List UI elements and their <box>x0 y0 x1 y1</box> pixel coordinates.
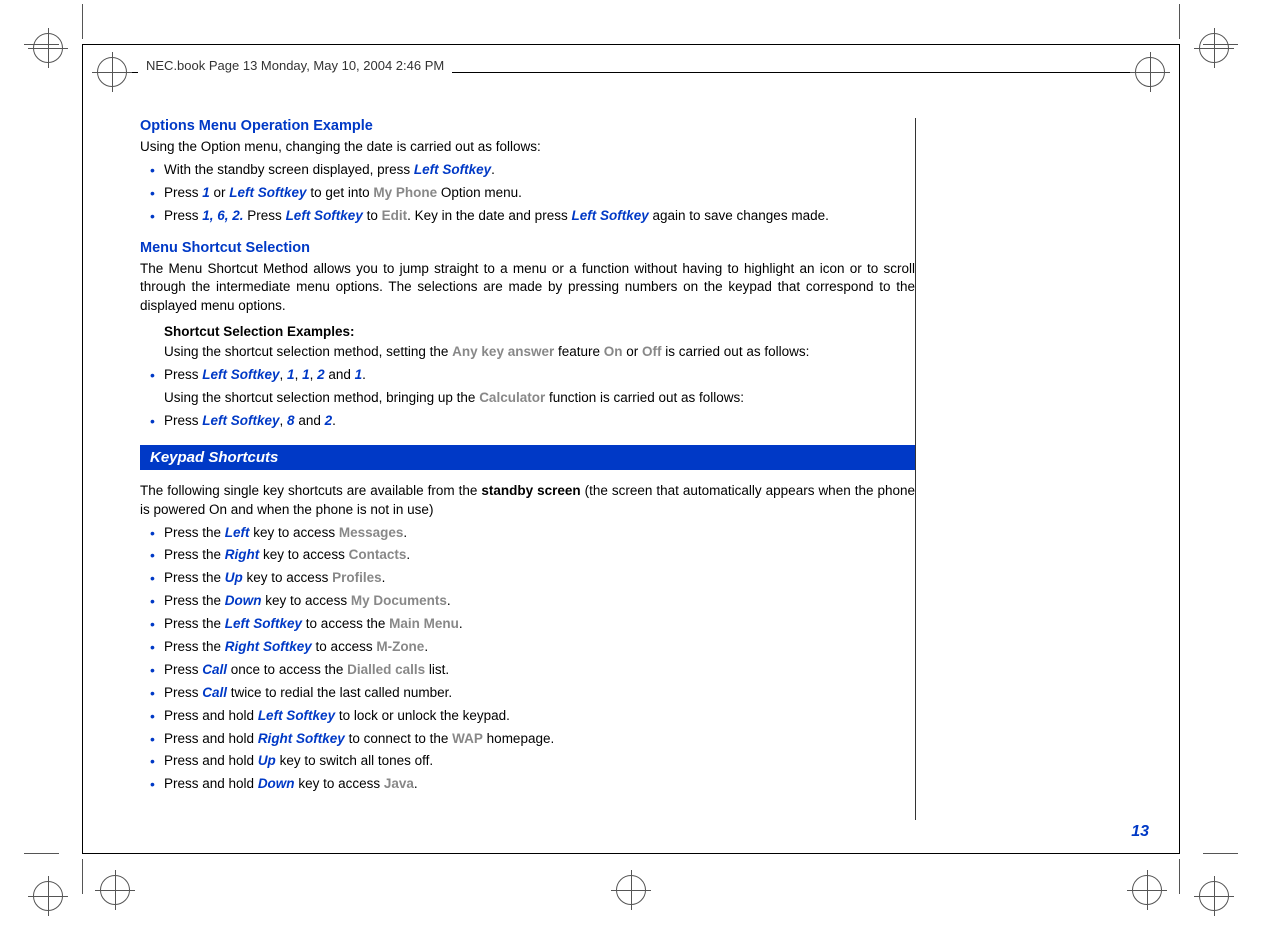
s3-b6: Press the Right Softkey to access M-Zone… <box>164 638 915 657</box>
s3-b5: Press the Left Softkey to access the Mai… <box>164 615 915 634</box>
section1-bullet3: Press 1, 6, 2. Press Left Softkey to Edi… <box>164 207 915 226</box>
section2-example1: Using the shortcut selection method, set… <box>140 343 915 362</box>
header-text: NEC.book Page 13 Monday, May 10, 2004 2:… <box>138 58 452 73</box>
section2-heading: Menu Shortcut Selection <box>140 240 915 256</box>
header-reg-left <box>92 52 132 92</box>
section2-example2: Using the shortcut selection method, bri… <box>140 389 915 408</box>
reg-mark-mr <box>1127 870 1167 910</box>
reg-mark-bl <box>28 876 68 916</box>
section1-intro: Using the Option menu, changing the date… <box>140 138 915 157</box>
section2-list2: Press Left Softkey, 8 and 2. <box>140 412 915 431</box>
reg-mark-tl <box>28 28 68 68</box>
reg-mark-ml <box>95 870 135 910</box>
page-number: 13 <box>1131 823 1149 841</box>
section3-intro: The following single key shortcuts are a… <box>140 482 915 520</box>
section2-intro: The Menu Shortcut Method allows you to j… <box>140 260 915 317</box>
reg-mark-tr <box>1194 28 1234 68</box>
content-area: Options Menu Operation Example Using the… <box>140 118 915 798</box>
s3-b1: Press the Left key to access Messages. <box>164 524 915 543</box>
s3-b3: Press the Up key to access Profiles. <box>164 569 915 588</box>
section2-list1: Press Left Softkey, 1, 1, 2 and 1. <box>140 366 915 385</box>
section1-bullet1: With the standby screen displayed, press… <box>164 161 915 180</box>
reg-mark-mc <box>611 870 651 910</box>
reg-mark-br <box>1194 876 1234 916</box>
section2-subheading: Shortcut Selection Examples: <box>140 324 915 339</box>
section2-bullet1: Press Left Softkey, 1, 1, 2 and 1. <box>164 366 915 385</box>
s3-b8: Press Call twice to redial the last call… <box>164 684 915 703</box>
section2-bullet2: Press Left Softkey, 8 and 2. <box>164 412 915 431</box>
s3-b4: Press the Down key to access My Document… <box>164 592 915 611</box>
section3-list: Press the Left key to access Messages. P… <box>140 524 915 795</box>
keypad-banner: Keypad Shortcuts <box>140 445 915 470</box>
header-reg-right <box>1130 52 1170 92</box>
s3-b11: Press and hold Up key to switch all tone… <box>164 752 915 771</box>
s3-b10: Press and hold Right Softkey to connect … <box>164 730 915 749</box>
section1-list: With the standby screen displayed, press… <box>140 161 915 226</box>
section1-heading: Options Menu Operation Example <box>140 118 915 134</box>
s3-b7: Press Call once to access the Dialled ca… <box>164 661 915 680</box>
section1-bullet2: Press 1 or Left Softkey to get into My P… <box>164 184 915 203</box>
s3-b12: Press and hold Down key to access Java. <box>164 775 915 794</box>
s3-b2: Press the Right key to access Contacts. <box>164 546 915 565</box>
s3-b9: Press and hold Left Softkey to lock or u… <box>164 707 915 726</box>
content-separator <box>915 118 916 820</box>
